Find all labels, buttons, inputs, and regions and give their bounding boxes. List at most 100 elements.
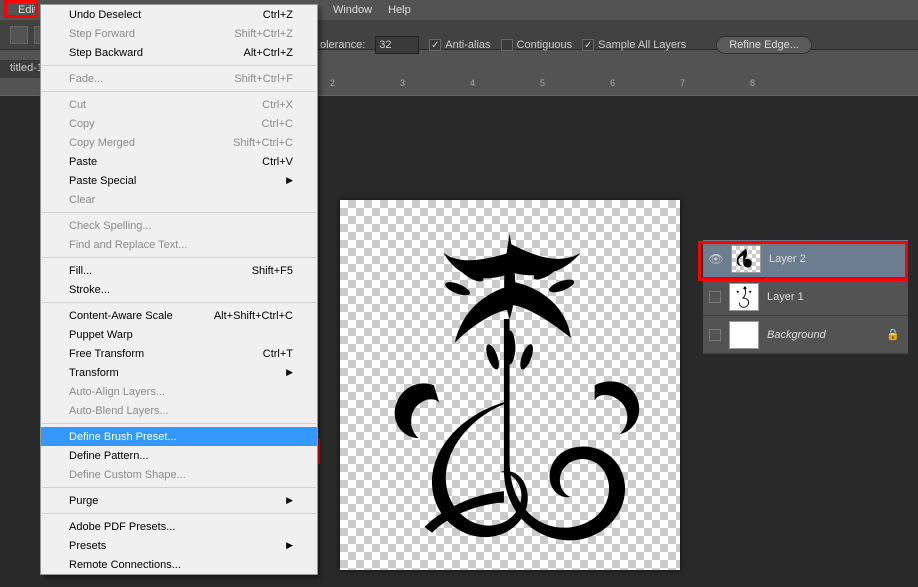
menu-item-presets[interactable]: Presets ▶ <box>41 536 317 555</box>
layer-row-layer1[interactable]: Layer 1 <box>703 278 908 316</box>
menu-item-label: Define Brush Preset... <box>69 431 177 443</box>
menu-separator <box>42 423 316 424</box>
menu-item-stroke[interactable]: Stroke... <box>41 280 317 299</box>
menu-item-define-pattern[interactable]: Define Pattern... <box>41 446 317 465</box>
menu-item-label: Presets <box>69 540 106 552</box>
menu-item-label: Define Custom Shape... <box>69 469 186 481</box>
ruler-tick: 7 <box>680 78 685 88</box>
layer-row-background[interactable]: Background 🔒 <box>703 316 908 354</box>
menu-item-label: Paste Special <box>69 175 136 187</box>
menu-item-label: Purge <box>69 495 98 507</box>
menu-item-label: Fade... <box>69 73 103 85</box>
menu-item-label: Copy Merged <box>69 137 135 149</box>
menu-separator <box>42 487 316 488</box>
menu-item-fill[interactable]: Fill... Shift+F5 <box>41 261 317 280</box>
contiguous-checkbox[interactable] <box>501 39 513 51</box>
visibility-box[interactable] <box>709 329 721 341</box>
menu-item-label: Auto-Align Layers... <box>69 386 165 398</box>
tool-swatch-1[interactable] <box>10 26 28 44</box>
menu-item-transform[interactable]: Transform▶ <box>41 363 317 382</box>
tolerance-label: olerance: <box>320 39 365 51</box>
menu-help[interactable]: Help <box>380 2 419 18</box>
menu-item-define-brush-preset[interactable]: Define Brush Preset... <box>41 427 317 446</box>
menu-item-paste[interactable]: PasteCtrl+V <box>41 152 317 171</box>
antialias-checkbox[interactable] <box>429 39 441 51</box>
layer-name[interactable]: Background <box>767 329 826 341</box>
menu-item-shortcut: Ctrl+Z <box>263 9 293 21</box>
menu-item-label: Undo Deselect <box>69 9 141 21</box>
options-bar: olerance: Anti-alias Contiguous Sample A… <box>320 30 812 60</box>
layer-name[interactable]: Layer 1 <box>767 291 804 303</box>
canvas[interactable] <box>340 200 680 570</box>
menu-separator <box>42 257 316 258</box>
menu-item-check-spelling: Check Spelling... <box>41 216 317 235</box>
layer-thumbnail[interactable] <box>731 245 761 273</box>
layer-thumbnail[interactable] <box>729 283 759 311</box>
menu-item-puppet-warp[interactable]: Puppet Warp <box>41 325 317 344</box>
antialias-label: Anti-alias <box>445 39 490 51</box>
menu-item-define-custom-shape: Define Custom Shape... <box>41 465 317 484</box>
menu-item-label: Adobe PDF Presets... <box>69 521 175 533</box>
layer-name[interactable]: Layer 2 <box>769 253 806 265</box>
menu-item-label: Step Backward <box>69 47 143 59</box>
submenu-arrow-icon: ▶ <box>286 495 293 506</box>
menu-separator <box>42 513 316 514</box>
menu-item-auto-blend-layers: Auto-Blend Layers... <box>41 401 317 420</box>
menu-item-label: Clear <box>69 194 95 206</box>
menu-item-label: Transform <box>69 367 119 379</box>
menu-item-shortcut: Shift+Ctrl+Z <box>234 28 293 40</box>
layer-row-layer2[interactable]: 👁 Layer 2 <box>703 240 908 278</box>
menu-item-purge[interactable]: Purge ▶ <box>41 491 317 510</box>
menu-item-clear: Clear <box>41 190 317 209</box>
artwork <box>340 200 680 570</box>
menu-item-find-and-replace-text: Find and Replace Text... <box>41 235 317 254</box>
menu-separator <box>42 65 316 66</box>
edit-dropdown-menu: Undo Deselect Ctrl+Z Step Forward Shift+Ctr… <box>40 4 318 575</box>
menu-item-fade: Fade... Shift+Ctrl+F <box>41 69 317 88</box>
visibility-box[interactable] <box>709 291 721 303</box>
menu-separator <box>42 91 316 92</box>
menu-item-label: Puppet Warp <box>69 329 133 341</box>
layers-panel: 👁 Layer 2 Layer 1 Background 🔒 <box>703 240 908 354</box>
menu-item-label: Define Pattern... <box>69 450 149 462</box>
submenu-arrow-icon: ▶ <box>286 540 293 551</box>
menu-item-label: Check Spelling... <box>69 220 152 232</box>
menu-item-content-aware-scale[interactable]: Content-Aware Scale Alt+Shift+Ctrl+C <box>41 306 317 325</box>
menu-item-label: Free Transform <box>69 348 144 360</box>
ruler-tick: 2 <box>330 78 335 88</box>
menu-item-label: Find and Replace Text... <box>69 239 187 251</box>
submenu-arrow-icon: ▶ <box>286 175 293 186</box>
menu-item-shortcut: Alt+Shift+Ctrl+C <box>214 310 293 322</box>
sampleall-checkbox[interactable] <box>582 39 594 51</box>
refine-edge-button[interactable]: Refine Edge... <box>716 36 812 54</box>
menu-item-shortcut: Ctrl+C <box>262 118 293 130</box>
menu-item-shortcut: Ctrl+X <box>262 99 293 111</box>
menu-item-shortcut: Ctrl+T <box>263 348 293 360</box>
menu-item-remote-connections[interactable]: Remote Connections... <box>41 555 317 574</box>
menu-item-shortcut: Ctrl+V <box>262 156 293 168</box>
menu-item-paste-special[interactable]: Paste Special ▶ <box>41 171 317 190</box>
menu-item-copy-merged: Copy Merged Shift+Ctrl+C <box>41 133 317 152</box>
menu-item-free-transform[interactable]: Free Transform Ctrl+T <box>41 344 317 363</box>
menu-item-label: Content-Aware Scale <box>69 310 173 322</box>
sampleall-label: Sample All Layers <box>598 39 686 51</box>
menu-item-adobe-pdf-presets[interactable]: Adobe PDF Presets... <box>41 517 317 536</box>
tolerance-input[interactable] <box>375 36 419 54</box>
menu-item-label: Step Forward <box>69 28 135 40</box>
ruler-tick: 6 <box>610 78 615 88</box>
menu-item-shortcut: Shift+Ctrl+C <box>233 137 293 149</box>
layer-thumbnail[interactable] <box>729 321 759 349</box>
menu-item-label: Fill... <box>69 265 92 277</box>
menu-item-label: Stroke... <box>69 284 110 296</box>
menu-window[interactable]: Window <box>325 2 380 18</box>
menu-item-cut: CutCtrl+X <box>41 95 317 114</box>
menu-separator <box>42 302 316 303</box>
menu-item-step-backward[interactable]: Step BackwardAlt+Ctrl+Z <box>41 43 317 62</box>
visibility-eye-icon[interactable]: 👁 <box>709 252 723 266</box>
menu-item-auto-align-layers: Auto-Align Layers... <box>41 382 317 401</box>
menu-item-shortcut: Shift+Ctrl+F <box>234 73 293 85</box>
menu-item-undo-deselect[interactable]: Undo Deselect Ctrl+Z <box>41 5 317 24</box>
contiguous-label: Contiguous <box>517 39 573 51</box>
menu-item-shortcut: Shift+F5 <box>252 265 293 277</box>
lock-icon: 🔒 <box>886 328 900 341</box>
